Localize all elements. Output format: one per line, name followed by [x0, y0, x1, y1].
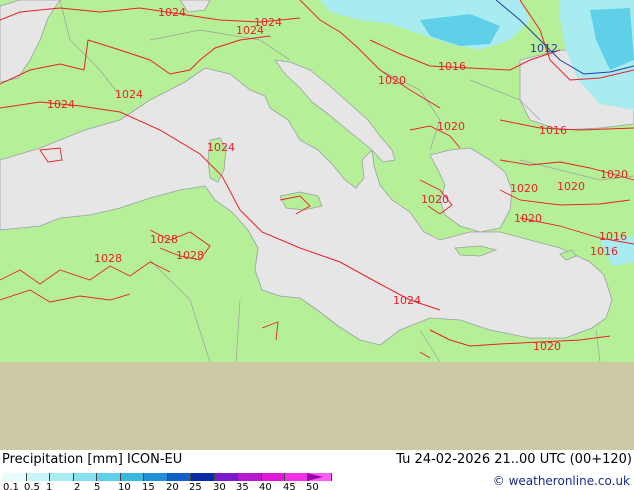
scale-tick-label: 1 [46, 482, 53, 490]
scale-swatch [191, 473, 215, 481]
outside-domain-area [0, 362, 634, 450]
scale-tick-label: 5 [94, 482, 101, 490]
isobar-label: 1024 [207, 141, 235, 154]
scale-tick-label: 35 [236, 482, 249, 490]
isobar-label: 1012 [530, 42, 558, 55]
scale-tick-label: 50 [306, 482, 319, 490]
scale-labels: 0.1 0.5 1 2 5 10 15 20 25 30 35 40 45 50 [0, 482, 330, 490]
scale-swatch [26, 473, 50, 481]
scale-tick-label: 0.5 [24, 482, 40, 490]
map-title: Precipitation [mm] ICON-EU [2, 452, 183, 467]
scale-swatch [73, 473, 97, 481]
isobar-label: 1028 [176, 249, 204, 262]
scale-swatch [261, 473, 285, 481]
scale-tick-label: 2 [74, 482, 81, 490]
isobar-label: 1020 [600, 168, 628, 181]
scale-swatch [3, 473, 27, 481]
source-credit[interactable]: © weatheronline.co.uk [493, 474, 630, 488]
weather-map-page: 1024 1024 1024 1024 1024 1024 1028 1028 … [0, 0, 634, 490]
scale-tick-label: 20 [166, 482, 179, 490]
isobar-label: 1020 [514, 212, 542, 225]
isobar-label: 1016 [539, 124, 567, 137]
isobar-label: 1020 [533, 340, 561, 353]
isobar-label: 1020 [510, 182, 538, 195]
scale-swatch [285, 473, 309, 481]
isobar-label: 1020 [421, 193, 449, 206]
map-footer: Precipitation [mm] ICON-EU Tu 24-02-2026… [0, 450, 634, 490]
forecast-time: Tu 24-02-2026 21..00 UTC (00+120) [396, 452, 632, 467]
scale-tick-label: 40 [259, 482, 272, 490]
isobar-label: 1024 [47, 98, 75, 111]
scale-swatch [50, 473, 74, 481]
scale-tick-label: 15 [142, 482, 155, 490]
isobar-label: 1020 [437, 120, 465, 133]
scale-swatch [97, 473, 121, 481]
isobar-label: 1024 [158, 6, 186, 19]
isobar-label: 1016 [599, 230, 627, 243]
precipitation-color-scale [3, 473, 332, 481]
scale-swatch [120, 473, 144, 481]
scale-swatch [214, 473, 238, 481]
scale-tick-label: 25 [189, 482, 202, 490]
scale-tick-label: 30 [213, 482, 226, 490]
isobar-label: 1016 [438, 60, 466, 73]
precipitation-map: 1024 1024 1024 1024 1024 1024 1028 1028 … [0, 0, 634, 450]
isobar-label: 1024 [393, 294, 421, 307]
isobar-label: 1016 [590, 245, 618, 258]
scale-tick-label: 10 [118, 482, 131, 490]
scale-swatch [144, 473, 168, 481]
isobar-label: 1020 [378, 74, 406, 87]
scale-tick-label: 0.1 [3, 482, 19, 490]
isobar-label: 1024 [115, 88, 143, 101]
isobar-label: 1028 [150, 233, 178, 246]
scale-tick-label: 45 [283, 482, 296, 490]
scale-swatch [167, 473, 191, 481]
scale-overflow-arrow [307, 473, 323, 481]
isobar-label: 1020 [557, 180, 585, 193]
isobar-label: 1028 [94, 252, 122, 265]
isobar-label: 1024 [254, 16, 282, 29]
scale-swatch [238, 473, 262, 481]
